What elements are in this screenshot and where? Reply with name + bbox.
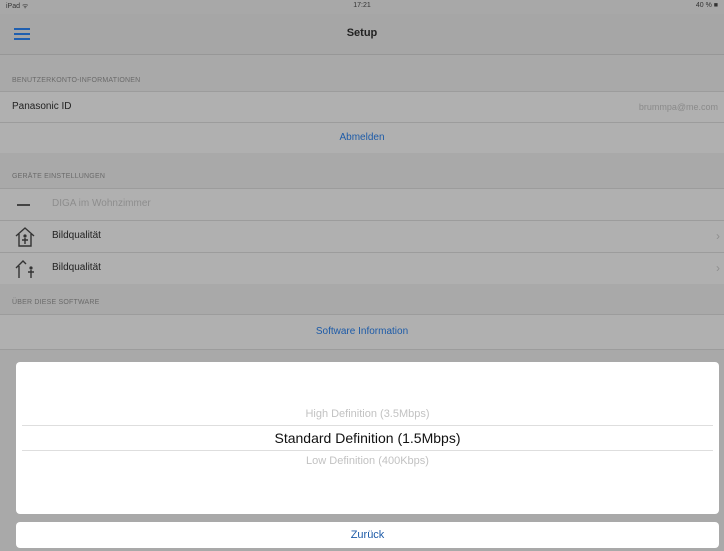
picker-selection-top-line: [22, 425, 713, 426]
panasonic-id-row: Panasonic ID brummpa@me.com: [0, 91, 724, 122]
quality-label-away: Bildqualität: [52, 262, 101, 273]
setup-screen: iPad ᯤ 17:21 40 % ■ Setup BENUTZERKONTO-…: [0, 0, 724, 551]
section-header-about: ÜBER DIESE SOFTWARE: [12, 299, 100, 306]
navigation-bar: Setup: [0, 14, 724, 55]
section-header-device: GERÄTE EINSTELLUNGEN: [12, 173, 106, 180]
picker-selection-bottom-line: [22, 450, 713, 451]
picker-option-high[interactable]: High Definition (3.5Mbps): [16, 408, 719, 420]
software-information-link[interactable]: Software Information: [0, 314, 724, 350]
quality-row-away[interactable]: Bildqualität ›: [0, 252, 724, 284]
device-row[interactable]: DIGA im Wohnzimmer: [0, 188, 724, 220]
back-button[interactable]: Zurück: [16, 522, 719, 548]
quality-picker-sheet: High Definition (3.5Mbps) Standard Defin…: [16, 362, 719, 514]
chevron-right-icon: ›: [716, 229, 720, 243]
clock: 17:21: [353, 2, 371, 9]
device-name: DIGA im Wohnzimmer: [52, 198, 151, 209]
picker-option-selected[interactable]: Standard Definition (1.5Mbps): [16, 430, 719, 446]
picker-option-low[interactable]: Low Definition (400Kbps): [16, 455, 719, 467]
chevron-right-icon: ›: [716, 261, 720, 275]
home-icon: [15, 227, 35, 247]
status-bar: iPad ᯤ 17:21 40 % ■: [0, 0, 724, 14]
away-icon: [15, 260, 34, 278]
battery-indicator: 40 % ■: [695, 2, 718, 9]
panasonic-id-label: Panasonic ID: [12, 101, 72, 112]
page-title: Setup: [346, 27, 378, 39]
panasonic-id-value: brummpa@me.com: [638, 102, 718, 112]
section-header-account: BENUTZERKONTO-INFORMATIONEN: [12, 77, 141, 84]
quality-row-home[interactable]: Bildqualität ›: [0, 220, 724, 252]
quality-label-home: Bildqualität: [52, 230, 101, 241]
logout-button[interactable]: Abmelden: [0, 122, 724, 153]
dash-icon: [17, 204, 30, 206]
